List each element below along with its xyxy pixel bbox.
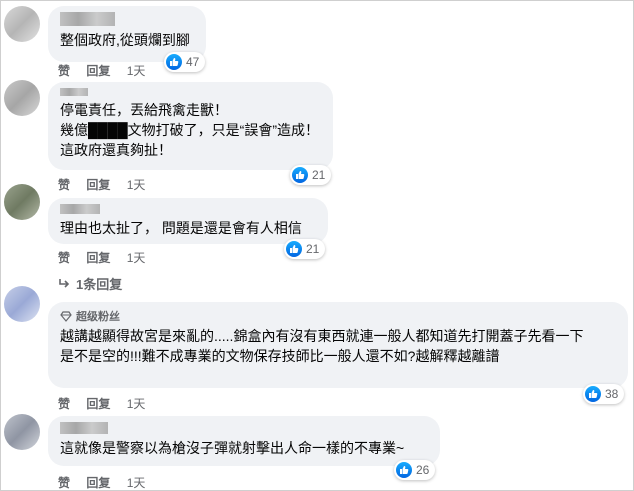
comment-bubble: 理由也太扯了， 問題是還是會有人相信 <box>48 198 328 244</box>
timestamp[interactable]: 1天 <box>127 64 146 78</box>
view-replies-link[interactable]: 1条回复 <box>58 274 122 293</box>
badge-label: 超级粉丝 <box>76 311 120 323</box>
reply-arrow-icon <box>59 279 70 288</box>
thumbs-up-icon <box>286 241 302 257</box>
reply-button[interactable]: 回复 <box>86 251 110 265</box>
like-button[interactable]: 赞 <box>58 251 70 265</box>
like-count: 47 <box>186 55 200 69</box>
comment-text: 停電責任，丟給飛禽走獸！ 幾億████文物打破了，只是“誤會”造成！ 這政府還真… <box>60 102 319 158</box>
reply-button[interactable]: 回复 <box>86 476 110 490</box>
timestamp[interactable]: 1天 <box>127 251 146 265</box>
like-count: 21 <box>306 242 320 256</box>
comment-actions: 赞 回复 1天 <box>58 474 158 491</box>
comment-bubble: 停電責任，丟給飛禽走獸！ 幾億████文物打破了，只是“誤會”造成！ 這政府還真… <box>48 82 333 170</box>
like-count: 21 <box>312 168 326 182</box>
like-count: 38 <box>605 387 619 401</box>
thumbs-up-icon <box>292 167 308 183</box>
reply-button[interactable]: 回复 <box>86 178 110 192</box>
reply-button[interactable]: 回复 <box>86 397 110 411</box>
diamond-icon <box>60 310 72 322</box>
like-count: 26 <box>416 463 430 477</box>
comment-bubble: 這就像是警察以為槍沒子彈就射擊出人命一樣的不專業~ <box>48 416 440 466</box>
author-name[interactable] <box>60 204 100 214</box>
like-count-badge[interactable]: 38 <box>583 384 625 404</box>
avatar[interactable] <box>4 414 40 450</box>
thumbs-up-icon <box>585 386 601 402</box>
reply-button[interactable]: 回复 <box>86 64 110 78</box>
comment-text: 理由也太扯了， 問題是還是會有人相信 <box>60 220 302 236</box>
like-button[interactable]: 赞 <box>58 64 70 78</box>
author-name[interactable] <box>60 88 88 96</box>
replies-count-label[interactable]: 1条回复 <box>76 277 122 292</box>
like-button[interactable]: 赞 <box>58 476 70 490</box>
author-name[interactable] <box>60 12 115 26</box>
thumbs-up-icon <box>166 54 182 70</box>
thumbs-up-icon <box>396 462 412 478</box>
comment-bubble: 超级粉丝 越講越顯得故宮是來亂的.....錦盒內有沒有東西就連一般人都知道先打開… <box>48 302 628 388</box>
avatar[interactable] <box>4 286 40 322</box>
avatar[interactable] <box>4 184 40 220</box>
comment-actions: 赞 回复 1天 <box>58 249 158 266</box>
avatar[interactable] <box>4 6 40 42</box>
like-button[interactable]: 赞 <box>58 178 70 192</box>
timestamp[interactable]: 1天 <box>127 397 146 411</box>
like-button[interactable]: 赞 <box>58 397 70 411</box>
author-name[interactable] <box>60 422 108 434</box>
comment-text: 越講越顯得故宮是來亂的.....錦盒內有沒有東西就連一般人都知道先打開蓋子先看一… <box>60 328 584 364</box>
comment-text: 這就像是警察以為槍沒子彈就射擊出人命一樣的不專業~ <box>60 440 405 456</box>
like-count-badge[interactable]: 21 <box>290 165 332 185</box>
comment-actions: 赞 回复 1天 <box>58 395 158 412</box>
comment-actions: 赞 回复 1天 <box>58 176 158 193</box>
like-count-badge[interactable]: 21 <box>284 239 326 259</box>
avatar[interactable] <box>4 80 40 116</box>
comment-text: 整個政府,從頭爛到腳 <box>60 32 190 48</box>
timestamp[interactable]: 1天 <box>127 476 146 490</box>
super-fan-badge: 超级粉丝 <box>60 308 616 324</box>
timestamp[interactable]: 1天 <box>127 178 146 192</box>
like-count-badge[interactable]: 47 <box>164 52 206 72</box>
comment-actions: 赞 回复 1天 <box>58 62 158 79</box>
like-count-badge[interactable]: 26 <box>394 460 436 480</box>
